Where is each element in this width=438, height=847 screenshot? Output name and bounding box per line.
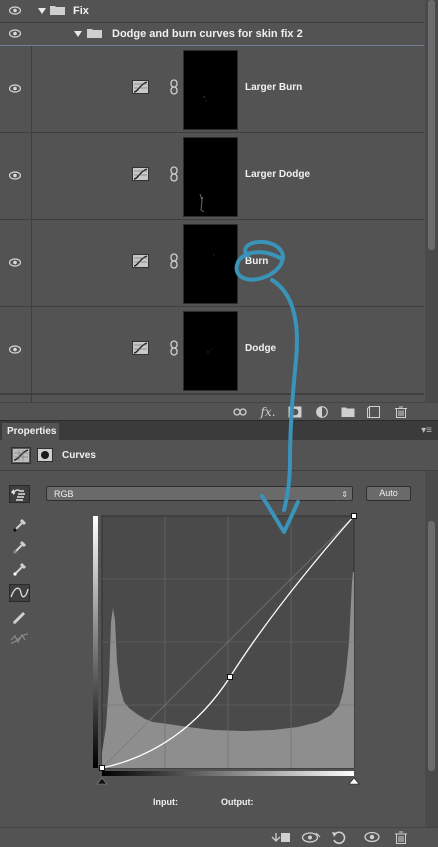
layers-scrollbar[interactable] — [425, 0, 438, 402]
layers-panel: Fix Dodge and burn curves for skin fix 2… — [0, 0, 438, 421]
mask-icon[interactable] — [37, 448, 53, 462]
trash-icon[interactable] — [394, 831, 408, 844]
curve-point-white — [351, 513, 357, 519]
clip-to-layer-icon[interactable] — [271, 831, 291, 844]
chain-link-icon[interactable] — [170, 166, 178, 182]
fx-icon[interactable]: fx. — [259, 406, 277, 418]
layer-name[interactable]: Dodge — [245, 343, 276, 354]
curves-adjustment-icon[interactable] — [132, 167, 149, 181]
scrollbar-thumb[interactable] — [428, 521, 435, 771]
properties-header: Curves — [0, 440, 438, 471]
adjustment-layer-icon[interactable] — [315, 406, 329, 418]
chain-link-icon[interactable] — [170, 253, 178, 269]
curves-adjustment-icon[interactable] — [11, 447, 31, 464]
eye-icon[interactable] — [9, 84, 21, 93]
white-point-eyedropper-icon[interactable] — [9, 559, 30, 577]
layer-group-row[interactable]: Dodge and burn curves for skin fix 2 — [0, 23, 424, 46]
channel-select[interactable]: RGB ⇕ — [46, 486, 353, 501]
curves-graph[interactable] — [93, 512, 363, 802]
layer-row[interactable]: Burn — [0, 220, 424, 307]
layer-name[interactable]: Burn — [245, 256, 268, 267]
layer-name[interactable]: Larger Dodge — [245, 169, 310, 180]
eye-icon[interactable] — [9, 6, 21, 15]
chain-link-icon[interactable] — [170, 79, 178, 95]
layer-row[interactable]: Larger Burn — [0, 46, 424, 133]
curve-point-mid — [227, 674, 233, 680]
properties-footer — [0, 827, 438, 847]
new-layer-icon[interactable] — [367, 406, 381, 418]
panel-menu-icon[interactable]: ▾≡ — [421, 425, 432, 436]
layer-name[interactable]: Larger Burn — [245, 82, 302, 93]
eye-icon[interactable] — [9, 258, 21, 267]
disclosure-triangle-icon[interactable] — [74, 31, 82, 37]
black-point-slider — [96, 777, 108, 785]
new-group-icon[interactable] — [341, 406, 355, 418]
eye-icon[interactable] — [9, 29, 21, 38]
black-point-eyedropper-icon[interactable] — [9, 515, 30, 533]
curve-point-black — [99, 765, 105, 771]
channel-select-value: RGB — [54, 489, 74, 499]
layer-mask-thumbnail[interactable] — [183, 50, 238, 130]
reset-icon[interactable] — [331, 830, 347, 845]
chain-link-icon[interactable] — [170, 340, 178, 356]
eye-icon[interactable] — [9, 345, 21, 354]
smooth-icon[interactable] — [9, 630, 30, 648]
visibility-icon[interactable] — [364, 831, 380, 843]
group-name[interactable]: Fix — [73, 5, 89, 17]
properties-title: Curves — [62, 450, 96, 461]
white-point-slider — [348, 777, 360, 785]
input-gradient-bar — [102, 771, 354, 776]
disclosure-triangle-icon[interactable] — [38, 8, 46, 14]
pencil-icon[interactable] — [9, 608, 30, 626]
input-label: Input: — [153, 797, 178, 807]
layer-mask-thumbnail[interactable] — [183, 137, 238, 217]
layer-row[interactable]: Dodge — [0, 307, 424, 394]
tab-properties[interactable]: Properties — [2, 423, 59, 441]
output-label: Output: — [221, 797, 254, 807]
layer-row[interactable]: Larger Dodge — [0, 133, 424, 220]
properties-tab-bar: Properties ▾≡ — [0, 420, 438, 441]
layer-mask-thumbnail[interactable] — [183, 224, 238, 304]
curves-adjustment-icon[interactable] — [132, 80, 149, 94]
view-previous-icon[interactable] — [301, 831, 321, 844]
auto-button[interactable]: Auto — [366, 486, 411, 501]
curve-points-icon[interactable] — [9, 584, 30, 602]
eye-icon[interactable] — [9, 171, 21, 180]
layers-footer: fx. — [0, 402, 438, 421]
properties-scrollbar[interactable] — [425, 471, 438, 827]
group-name[interactable]: Dodge and burn curves for skin fix 2 — [112, 28, 303, 40]
select-arrows-icon: ⇕ — [341, 490, 348, 499]
curves-adjustment-icon[interactable] — [132, 254, 149, 268]
gray-point-eyedropper-icon[interactable] — [9, 537, 30, 555]
folder-icon — [87, 29, 102, 38]
scrollbar-thumb[interactable] — [428, 0, 435, 250]
curves-adjustment-icon[interactable] — [132, 341, 149, 355]
layer-group-row[interactable]: Fix — [0, 0, 424, 23]
link-layers-icon[interactable] — [233, 406, 247, 418]
output-gradient-bar — [93, 516, 98, 768]
on-image-adjust-icon[interactable] — [9, 485, 30, 503]
layer-mask-thumbnail[interactable] — [183, 311, 238, 391]
curves-properties: RGB ⇕ Auto Input: Output: — [0, 471, 438, 827]
trash-icon[interactable] — [394, 406, 408, 418]
folder-icon — [50, 6, 65, 15]
add-mask-icon[interactable] — [288, 406, 302, 418]
